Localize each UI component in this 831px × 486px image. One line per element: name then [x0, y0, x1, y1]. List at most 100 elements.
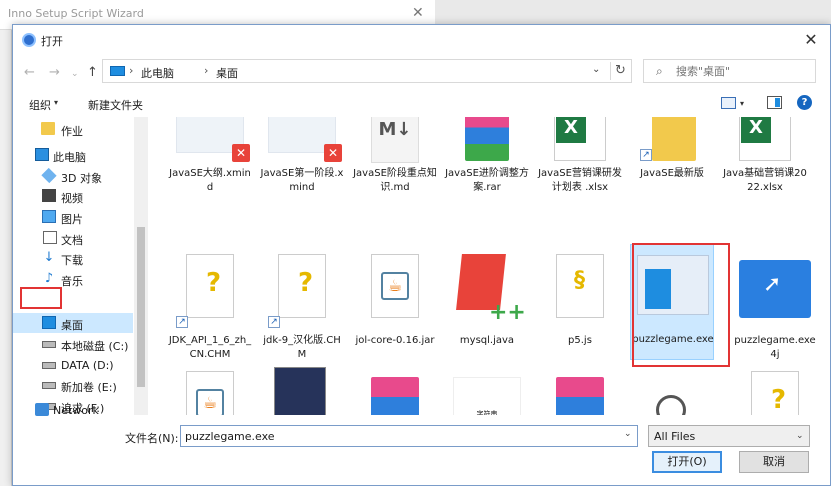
cancel-button[interactable]: 取消: [739, 451, 809, 473]
search-icon: ⌕: [656, 64, 663, 78]
file-item[interactable]: [538, 367, 622, 415]
help-file-icon: ?: [771, 385, 787, 415]
sidebar-item-3d-objects[interactable]: 3D 对象: [13, 166, 133, 186]
winrar-archive-icon: [371, 377, 419, 415]
shortcut-arrow-icon: ↗: [268, 316, 280, 328]
filename-dropdown-chevron-icon[interactable]: ⌄: [624, 429, 632, 439]
video-icon: [42, 189, 56, 202]
file-name: p5.js: [568, 335, 592, 346]
preview-pane-icon[interactable]: [767, 96, 782, 109]
file-item[interactable]: 字符串: [445, 367, 529, 415]
file-type-chevron-icon[interactable]: ⌄: [796, 431, 804, 441]
thumbnail-text: 字符串: [476, 410, 498, 415]
sidebar-item-drive-d[interactable]: DATA (D:): [13, 355, 133, 375]
xmind-icon: ✕: [324, 144, 342, 162]
file-type-value: All Files: [654, 430, 696, 443]
file-item[interactable]: ? ↗ jdk-9_汉化版.CHM: [260, 250, 344, 360]
back-arrow-icon[interactable]: ←: [24, 65, 35, 80]
breadcrumb-separator-icon[interactable]: ›: [204, 64, 208, 77]
file-name: JavaSE最新版: [640, 168, 704, 179]
file-item[interactable]: [260, 367, 344, 415]
file-item[interactable]: ? ↗ JDK_API_1_6_zh_CN.CHM: [168, 250, 252, 360]
documents-icon: [43, 231, 57, 244]
file-item[interactable]: [353, 367, 437, 415]
sidebar-item-network[interactable]: Network: [13, 400, 133, 420]
sidebar-item-label: 桌面: [61, 319, 83, 332]
file-name: JavaSE进阶调整方案.rar: [445, 168, 529, 193]
change-view-icon[interactable]: [721, 97, 736, 109]
command-toolbar: 组织 ▾ 新建文件夹 ▾ ?: [13, 91, 830, 117]
refresh-icon[interactable]: ↻: [610, 62, 630, 80]
organize-dropdown-icon[interactable]: ▾: [54, 98, 58, 107]
file-item[interactable]: X Java基础营销课2022.xlsx: [723, 117, 807, 201]
scrollbar-thumb[interactable]: [137, 227, 145, 387]
breadcrumb-desktop[interactable]: 桌面: [216, 65, 238, 81]
folder-icon: [652, 117, 696, 161]
sidebar-item-this-pc[interactable]: 此电脑: [13, 145, 133, 165]
address-bar[interactable]: › 此电脑 › 桌面 ⌄ ↻: [102, 59, 632, 83]
file-list: ✕ JavaSE大纲.xmind ✕ JavaSE第一阶段.xmind M↓ J…: [148, 117, 830, 415]
pc-icon: [35, 148, 49, 161]
organize-button[interactable]: 组织: [29, 97, 51, 113]
excel-icon: X: [741, 117, 771, 143]
xmind-icon: ✕: [232, 144, 250, 162]
winrar-archive-icon: [465, 117, 509, 161]
drive-icon: [42, 382, 56, 389]
new-folder-button[interactable]: 新建文件夹: [88, 97, 143, 113]
search-input[interactable]: [676, 63, 811, 79]
file-item[interactable]: JavaSE进阶调整方案.rar: [445, 117, 529, 201]
file-item[interactable]: ✕ JavaSE第一阶段.xmind: [260, 117, 344, 201]
filename-label: 文件名(N):: [125, 432, 179, 445]
sidebar-item-drive-e[interactable]: 新加卷 (E:): [13, 375, 133, 395]
view-options-dropdown-icon[interactable]: ▾: [740, 99, 744, 108]
open-button[interactable]: 打开(O): [652, 451, 722, 473]
up-arrow-icon[interactable]: ↑: [87, 65, 98, 80]
address-history-chevron-icon[interactable]: ⌄: [592, 64, 600, 75]
file-name: JavaSE阶段重点知识.md: [353, 168, 437, 193]
file-item[interactable]: ?: [733, 367, 817, 415]
filename-input[interactable]: [180, 425, 638, 447]
app-icon: [22, 33, 36, 47]
sidebar-item-drive-c[interactable]: 本地磁盘 (C:): [13, 334, 133, 354]
sidebar-item-documents[interactable]: 文档: [13, 228, 133, 248]
file-name: Java基础营销课2022.xlsx: [723, 168, 807, 193]
file-item[interactable]: ➚ puzzlegame.exe4j: [733, 250, 817, 360]
sidebar-scrollbar[interactable]: [134, 117, 148, 415]
breadcrumb-separator-icon[interactable]: ›: [129, 64, 133, 77]
breadcrumb-this-pc[interactable]: 此电脑: [141, 65, 174, 81]
close-button[interactable]: ✕: [798, 29, 824, 51]
file-item[interactable]: ++ mysql.java: [445, 250, 529, 360]
recent-locations-chevron-icon[interactable]: ⌄: [71, 69, 79, 79]
desktop-highlight-outline: [20, 287, 62, 309]
sidebar-item-homework[interactable]: 作业: [13, 119, 133, 139]
file-item[interactable]: ☕: [168, 367, 252, 415]
folder-icon: [41, 122, 55, 135]
file-item[interactable]: § p5.js: [538, 250, 622, 360]
network-icon: [35, 403, 49, 416]
file-item[interactable]: X JavaSE营销课研发计划表 .xlsx: [538, 117, 622, 201]
rocket-icon: ➚: [763, 272, 782, 297]
file-item[interactable]: ↗ JavaSE最新版: [630, 117, 714, 201]
background-close-icon[interactable]: ✕: [412, 5, 424, 21]
sidebar-item-pictures[interactable]: 图片: [13, 207, 133, 227]
dialog-titlebar: 打开 ✕: [13, 25, 830, 56]
sidebar-item-downloads[interactable]: ↓ 下载: [13, 248, 133, 268]
sidebar-item-videos[interactable]: 视频: [13, 186, 133, 206]
file-type-select[interactable]: All Files ⌄: [648, 425, 810, 447]
file-item[interactable]: [630, 367, 714, 415]
sidebar-item-label: 作业: [61, 125, 83, 138]
file-item[interactable]: ☕ jol-core-0.16.jar: [353, 250, 437, 360]
markdown-icon: M↓: [371, 117, 419, 163]
sidebar-item-label: 本地磁盘 (C:): [61, 340, 129, 353]
drive-icon: [42, 362, 56, 369]
sidebar-item-music[interactable]: ♪ 音乐: [13, 269, 133, 289]
sidebar-item-desktop[interactable]: 桌面: [13, 313, 133, 333]
file-item[interactable]: ✕ JavaSE大纲.xmind: [168, 117, 252, 201]
search-box[interactable]: ⌕: [643, 59, 816, 83]
help-icon[interactable]: ?: [797, 95, 812, 110]
forward-arrow-icon[interactable]: →: [49, 65, 60, 80]
downloads-icon: ↓: [43, 250, 55, 265]
setup-installer-icon: [656, 395, 686, 415]
file-item[interactable]: M↓ JavaSE阶段重点知识.md: [353, 117, 437, 201]
background-window-edge: [0, 30, 12, 486]
